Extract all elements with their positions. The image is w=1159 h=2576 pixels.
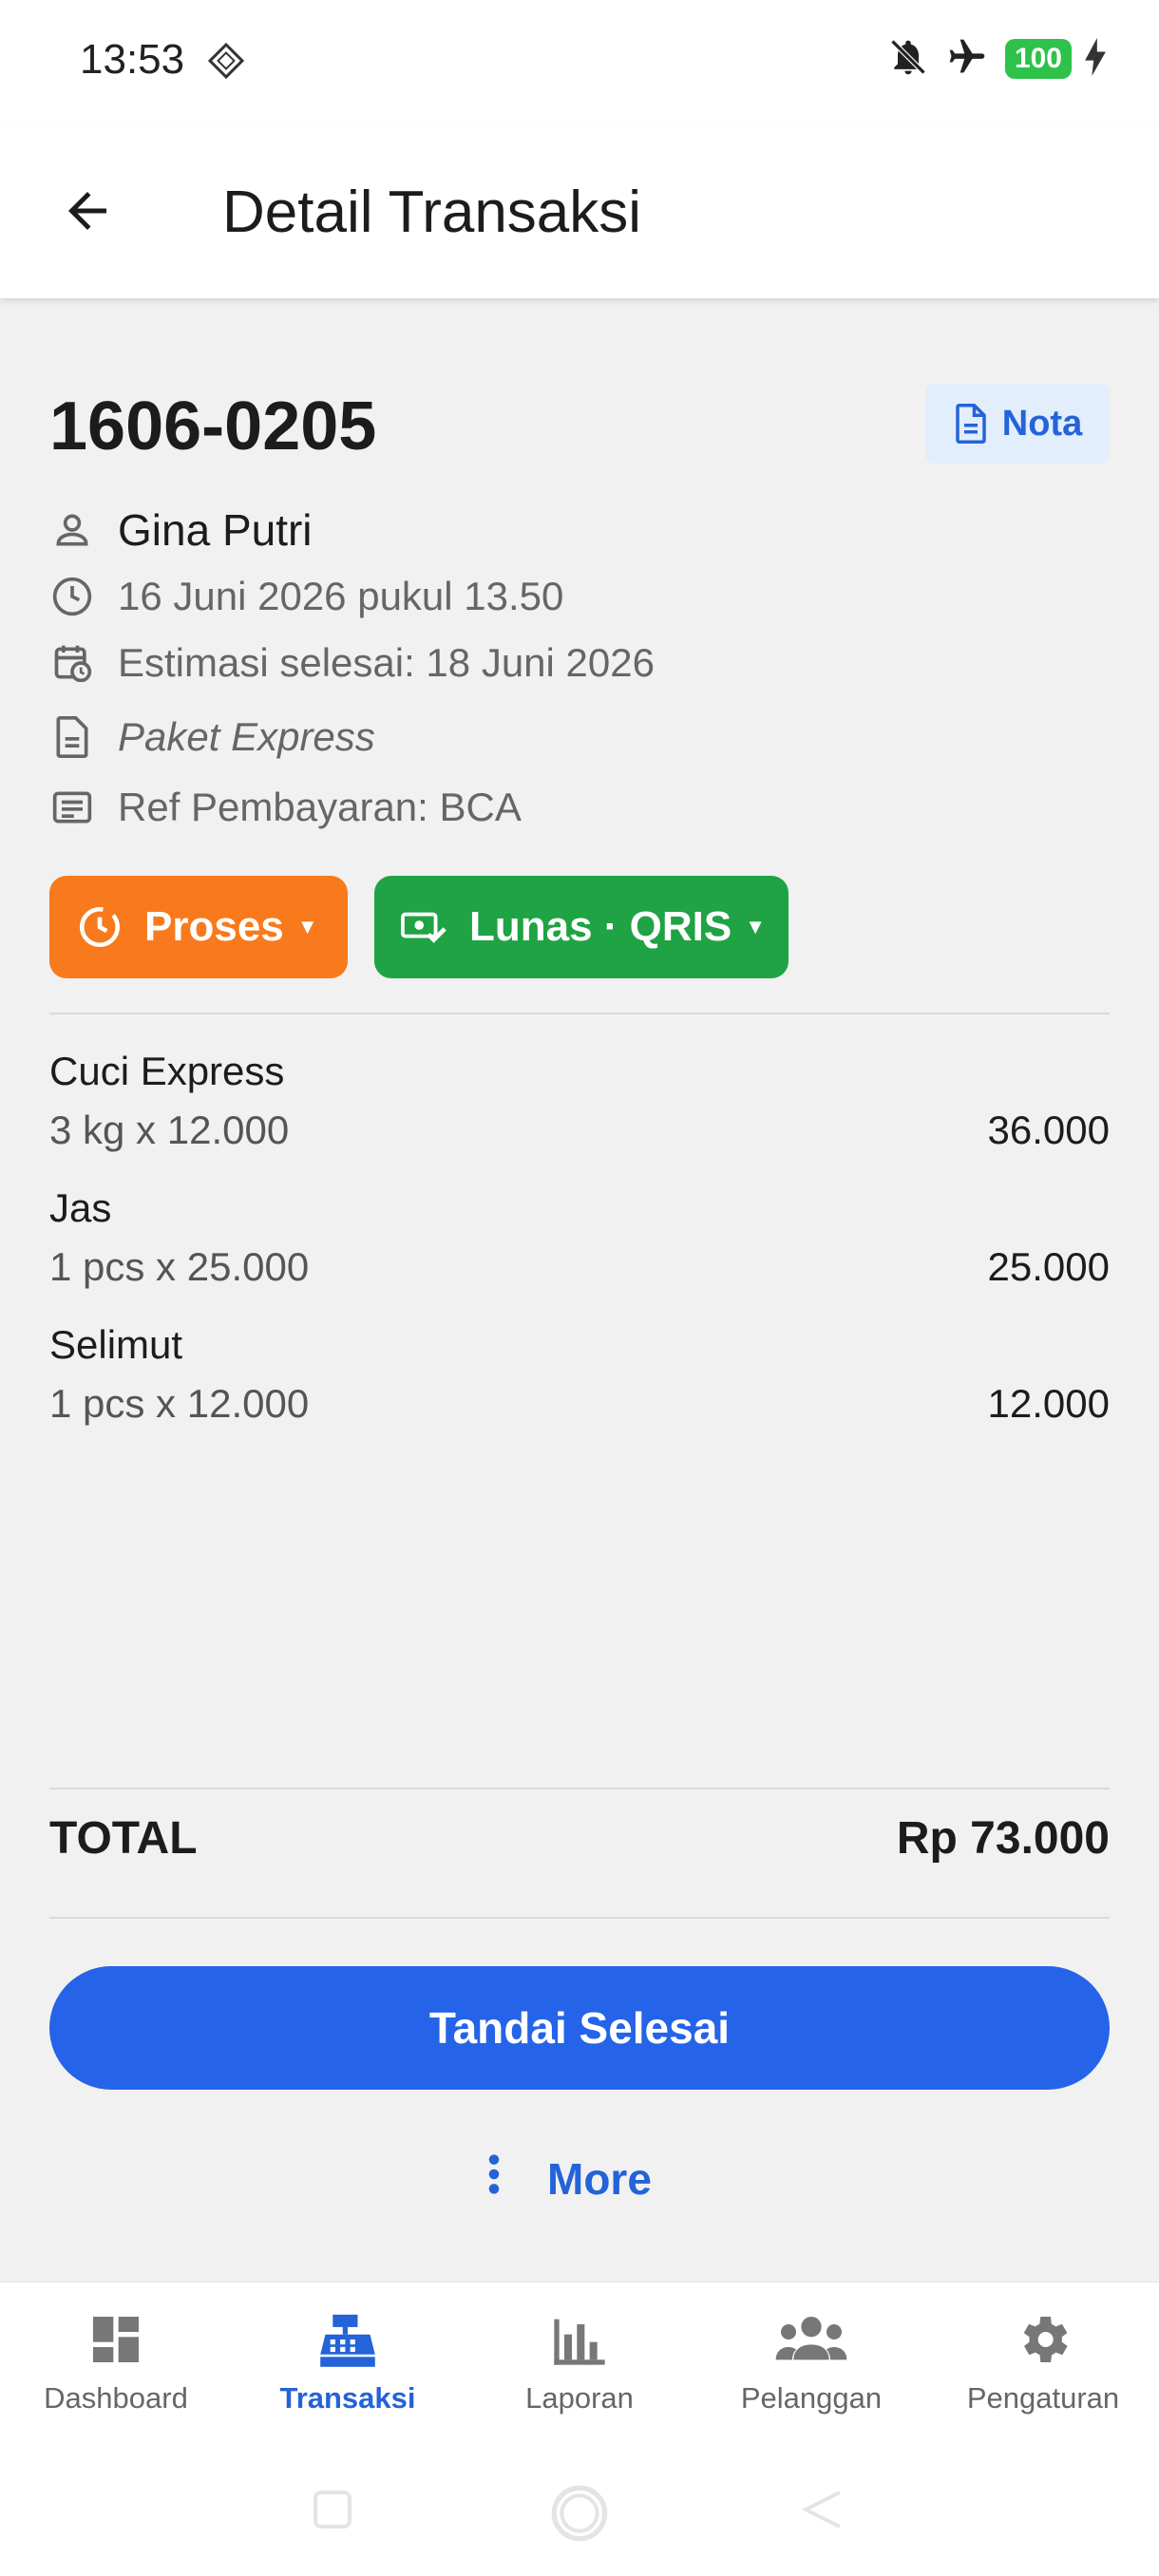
divider <box>49 1917 1110 1919</box>
triangle-back-icon <box>801 2491 841 2529</box>
person-icon <box>49 507 95 553</box>
mark-complete-button[interactable]: Tandai Selesai <box>49 1966 1110 2090</box>
history-icon <box>76 903 124 951</box>
home-button[interactable] <box>549 2483 610 2548</box>
status-bar: 13:53 100 <box>0 0 1159 123</box>
nav-item-pengaturan[interactable]: Pengaturan <box>927 2282 1159 2450</box>
item-quantity: 3 kg x 12.000 <box>49 1108 290 1152</box>
battery-icon: 100 <box>1004 39 1072 79</box>
item-name: Jas <box>49 1185 112 1230</box>
item-quantity: 1 pcs x 25.000 <box>49 1244 310 1289</box>
status-label: Proses <box>144 903 284 950</box>
transaction-datetime: 16 Juni 2026 pukul 13.50 <box>118 574 564 618</box>
back-button[interactable] <box>49 173 125 249</box>
nav-label: Dashboard <box>44 2381 188 2415</box>
total-value: Rp 73.000 <box>896 1813 1110 1864</box>
nav-label: Transaksi <box>279 2381 416 2415</box>
item-subtotal: 36.000 <box>987 1108 1110 1152</box>
more-label: More <box>547 2154 652 2204</box>
payment-label: Lunas · QRIS <box>469 903 732 950</box>
total-label: TOTAL <box>49 1813 198 1864</box>
nav-item-dashboard[interactable]: Dashboard <box>0 2282 232 2450</box>
nota-button[interactable]: Nota <box>925 384 1110 464</box>
item-subtotal: 25.000 <box>987 1244 1110 1289</box>
receipt-icon <box>49 785 95 830</box>
status-icons: 100 <box>887 34 1106 84</box>
nota-label: Nota <box>1001 403 1083 444</box>
item-quantity: 1 pcs x 12.000 <box>49 1381 310 1426</box>
nav-label: Laporan <box>525 2381 634 2415</box>
more-button[interactable]: More <box>486 2141 652 2217</box>
divider <box>49 1013 1110 1014</box>
estimate-finish: Estimasi selesai: 18 Juni 2026 <box>118 640 655 685</box>
bell-off-icon <box>887 36 929 83</box>
document-icon <box>49 714 95 760</box>
square-icon <box>314 2491 352 2529</box>
clock-icon <box>49 574 95 619</box>
divider <box>49 1788 1110 1790</box>
dashboard-icon <box>93 2317 139 2362</box>
payment-reference: Ref Pembayaran: BCA <box>118 785 522 829</box>
document-icon <box>956 404 986 444</box>
estimate-row: Estimasi selesai: 18 Juni 2026 <box>49 635 655 691</box>
bar-chart-icon <box>554 2319 605 2365</box>
item-name: Cuci Express <box>49 1049 285 1093</box>
gear-icon <box>1023 2317 1068 2362</box>
customer-name: Gina Putri <box>118 505 313 555</box>
charging-icon <box>1085 37 1106 81</box>
calendar-clock-icon <box>49 640 95 686</box>
item-subtotal: 12.000 <box>987 1381 1110 1426</box>
circle-icon <box>551 2485 608 2542</box>
package-name: Paket Express <box>118 714 375 759</box>
package-row: Paket Express <box>49 709 375 766</box>
payment-dropdown[interactable]: Lunas · QRIS ▼ <box>374 876 788 978</box>
transaction-id: 1606-0205 <box>49 388 377 464</box>
payment-ref-row: Ref Pembayaran: BCA <box>49 779 522 836</box>
back-nav-button[interactable] <box>800 2487 846 2537</box>
diamond-icon <box>207 42 245 80</box>
page-title: Detail Transaksi <box>222 180 642 245</box>
cash-check-icon <box>401 908 448 946</box>
chevron-down-icon: ▼ <box>296 915 318 938</box>
bottom-navigation: Dashboard Transaksi Laporan Pelanggan Pe… <box>0 2282 1159 2449</box>
nav-label: Pengaturan <box>966 2381 1120 2415</box>
system-navigation <box>0 2449 1159 2576</box>
arrow-left-icon <box>68 192 106 230</box>
status-dropdown[interactable]: Proses ▼ <box>49 876 348 978</box>
nav-label: Pelanggan <box>740 2381 883 2415</box>
datetime-row: 16 Juni 2026 pukul 13.50 <box>49 568 563 625</box>
airplane-icon <box>942 36 992 83</box>
cash-register-icon <box>320 2314 375 2367</box>
nav-item-transaksi[interactable]: Transaksi <box>232 2282 464 2450</box>
item-name: Selimut <box>49 1322 183 1367</box>
chevron-down-icon: ▼ <box>745 915 767 938</box>
nav-item-laporan[interactable]: Laporan <box>464 2282 695 2450</box>
nav-item-pelanggan[interactable]: Pelanggan <box>695 2282 927 2450</box>
people-icon <box>775 2317 847 2360</box>
more-vert-icon <box>486 2153 502 2206</box>
status-time: 13:53 <box>80 36 185 83</box>
app-bar: Detail Transaksi <box>0 123 1159 298</box>
recents-button[interactable] <box>310 2487 355 2537</box>
customer-row: Gina Putri <box>49 502 313 559</box>
